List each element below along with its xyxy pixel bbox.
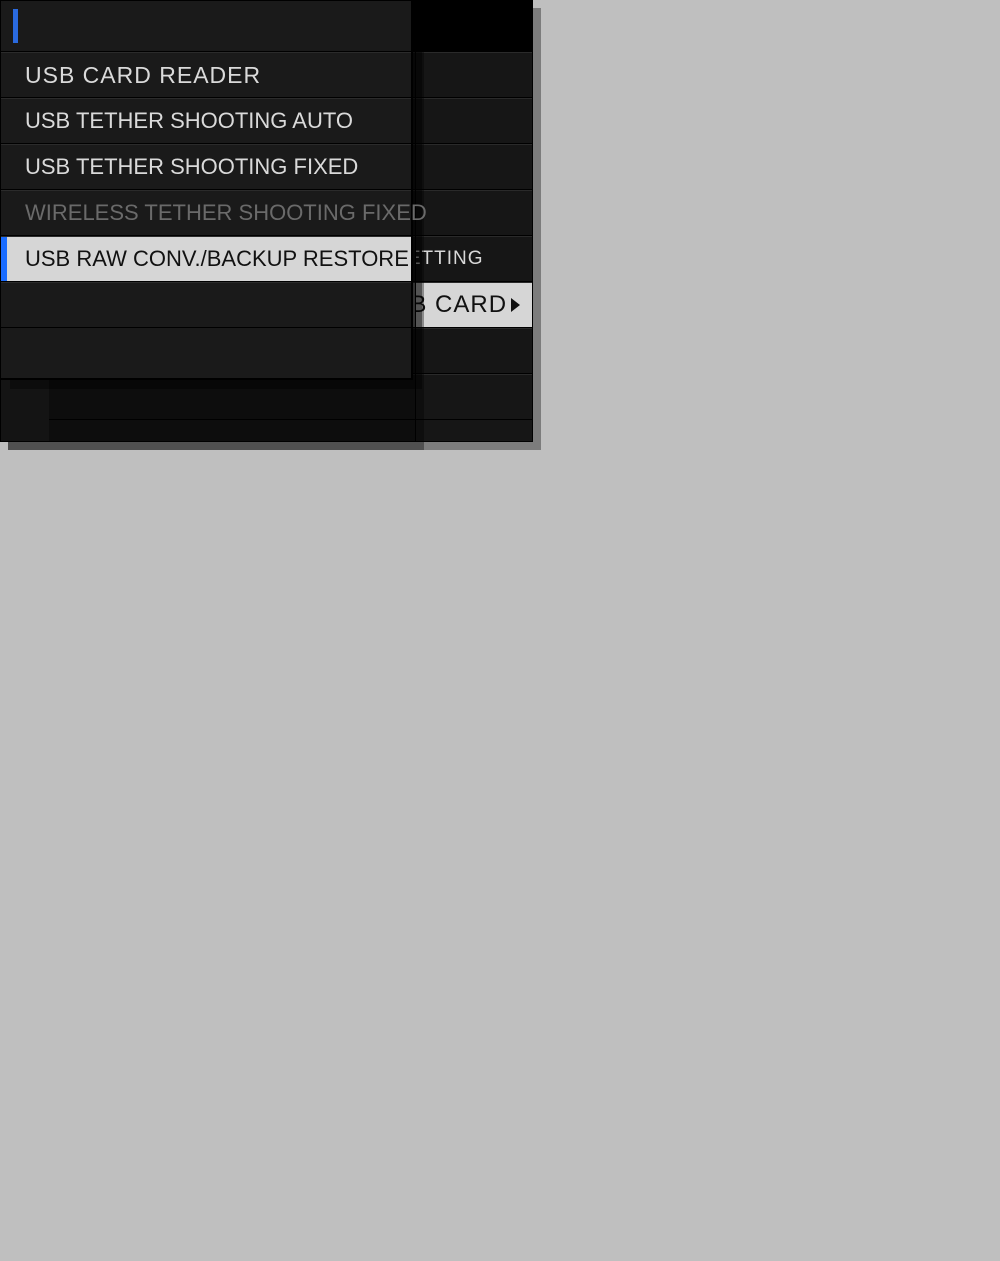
option-usb-raw-conv-backup[interactable]: USB RAW CONV./BACKUP RESTORE	[1, 236, 411, 282]
pc-connection-mode-popup: USB CARD READER USB TETHER SHOOTING AUTO…	[0, 0, 412, 379]
chevron-right-icon	[511, 298, 520, 312]
option-usb-card-reader[interactable]: USB CARD READER	[1, 52, 411, 98]
popup-header-bar	[1, 1, 411, 52]
option-usb-tether-auto[interactable]: USB TETHER SHOOTING AUTO	[1, 98, 411, 144]
option-usb-tether-fixed[interactable]: USB TETHER SHOOTING FIXED	[1, 144, 411, 190]
option-wireless-tether-fixed: WIRELESS TETHER SHOOTING FIXED	[1, 190, 411, 236]
